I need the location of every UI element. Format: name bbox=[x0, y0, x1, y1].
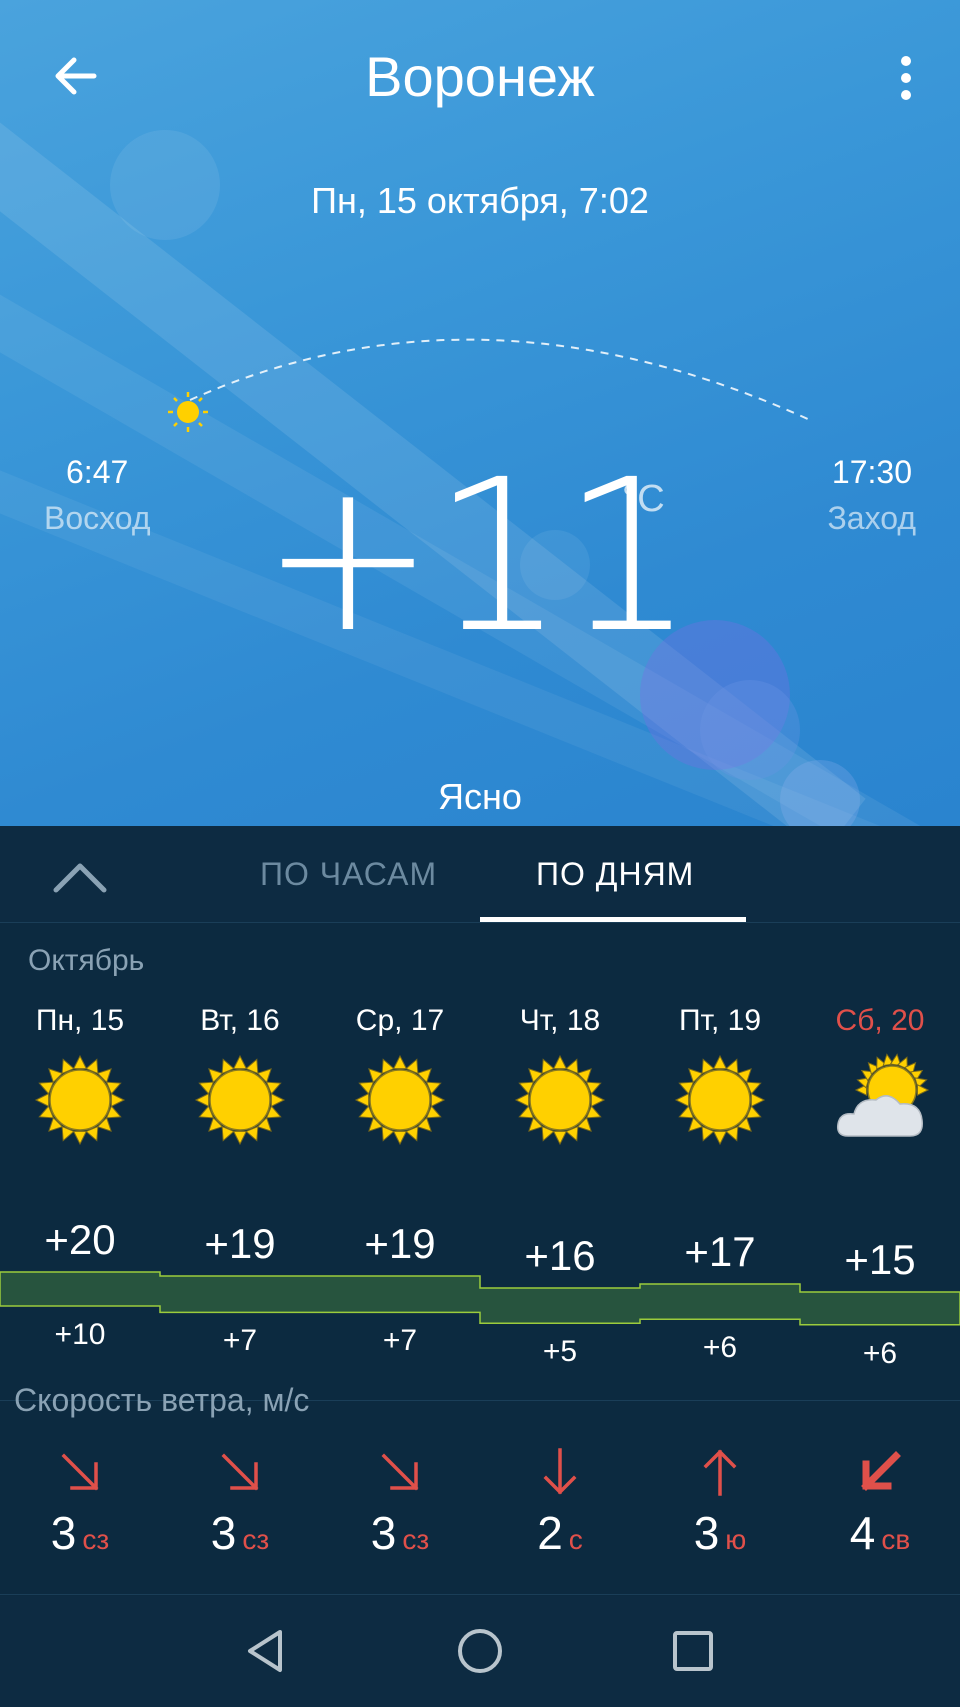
wind-speed-value: 3 bbox=[693, 1507, 720, 1559]
wind-speed-title: Скорость ветра, м/с bbox=[14, 1382, 310, 1418]
wind-speed-value: 3 bbox=[370, 1507, 397, 1559]
nav-recents-icon[interactable] bbox=[668, 1626, 718, 1676]
nav-home-icon[interactable] bbox=[455, 1626, 505, 1676]
wind-speed: 3 сз bbox=[320, 1506, 480, 1560]
low-temperature: +7 bbox=[382, 1324, 418, 1358]
wind-direction: с bbox=[568, 1524, 583, 1555]
wind-direction: сз bbox=[82, 1524, 110, 1555]
arrow-up-icon bbox=[694, 1446, 854, 1506]
active-tab-indicator bbox=[480, 917, 746, 922]
wind-speed-value: 4 bbox=[849, 1507, 876, 1559]
sun-icon bbox=[670, 1050, 830, 1150]
tab-hourly[interactable]: ПО ЧАСАМ bbox=[260, 856, 437, 893]
wind-speed-value: 3 bbox=[210, 1507, 237, 1559]
city-title[interactable]: Воронеж bbox=[0, 44, 960, 109]
low-temperature: +7 bbox=[222, 1324, 258, 1358]
sunrise-label: Восход bbox=[44, 500, 151, 536]
wind-speed-value: 2 bbox=[537, 1507, 563, 1559]
chevron-up-icon[interactable] bbox=[52, 856, 108, 896]
low-temperature: +10 bbox=[54, 1318, 106, 1351]
low-temperature: +6 bbox=[702, 1331, 738, 1365]
divider bbox=[0, 1594, 960, 1595]
wind-direction: сз bbox=[402, 1524, 430, 1555]
wind-direction: св bbox=[881, 1524, 911, 1555]
lens-flare bbox=[700, 680, 800, 780]
sunset-label: Заход bbox=[827, 500, 916, 536]
wind-speed: 3ю bbox=[640, 1506, 800, 1560]
current-datetime: Пн, 15 октября, 7:02 bbox=[311, 180, 649, 221]
low-temperature: +5 bbox=[542, 1335, 578, 1369]
wind-direction: ю bbox=[725, 1524, 747, 1555]
sunset-time: 17:30 bbox=[831, 454, 912, 490]
high-temperature: +19 bbox=[204, 1220, 276, 1267]
high-temperature: +16 bbox=[524, 1232, 596, 1279]
temperature-unit: °C bbox=[622, 478, 665, 520]
sun-position-icon bbox=[168, 392, 208, 432]
more-vert-icon[interactable] bbox=[894, 50, 918, 106]
forecast-day-label[interactable]: Пн, 15 bbox=[0, 1004, 160, 1038]
arrow-down-right-icon bbox=[54, 1446, 214, 1506]
forecast-day-label[interactable]: Пт, 19 bbox=[640, 1004, 800, 1038]
arrow-down-left-icon bbox=[854, 1446, 960, 1506]
nav-back-icon[interactable] bbox=[240, 1626, 290, 1676]
sun-icon bbox=[30, 1050, 190, 1150]
month-label: Октябрь bbox=[28, 944, 145, 977]
forecast-day-label[interactable]: Чт, 18 bbox=[480, 1004, 640, 1038]
arrow-down-right-icon bbox=[374, 1446, 534, 1506]
forecast-day-label[interactable]: Сб, 20 bbox=[800, 1004, 960, 1038]
high-temperature: +15 bbox=[844, 1236, 916, 1283]
sunrise-time: 6:47 bbox=[66, 454, 129, 490]
forecast-day-label[interactable]: Вт, 16 bbox=[160, 1004, 320, 1038]
sun-icon bbox=[190, 1050, 350, 1150]
wind-speed: 4 св bbox=[800, 1506, 960, 1560]
forecast-day-label[interactable]: Ср, 17 bbox=[320, 1004, 480, 1038]
low-temperature: +6 bbox=[862, 1336, 898, 1370]
arrow-down-icon bbox=[534, 1446, 694, 1506]
wind-direction: сз bbox=[242, 1524, 270, 1555]
forecast-tabs: ПО ЧАСАМ ПО ДНЯМ bbox=[0, 826, 960, 923]
sun-path-arc bbox=[168, 338, 811, 432]
wind-speed: 3 сз bbox=[0, 1506, 160, 1560]
wind-speed: 3 сз bbox=[160, 1506, 320, 1560]
top-app-bar: Воронеж bbox=[0, 0, 960, 150]
high-temperature: +20 bbox=[44, 1216, 116, 1263]
wind-speed-value: 3 bbox=[50, 1507, 77, 1559]
weather-condition: Ясно bbox=[438, 776, 522, 817]
arrow-down-right-icon bbox=[214, 1446, 374, 1506]
tab-daily[interactable]: ПО ДНЯМ bbox=[536, 856, 694, 893]
partly-cloudy-icon bbox=[830, 1050, 960, 1150]
sun-icon bbox=[510, 1050, 670, 1150]
wind-speed: 2с bbox=[480, 1506, 640, 1560]
high-temperature: +19 bbox=[364, 1220, 436, 1267]
high-temperature: +17 bbox=[684, 1228, 756, 1275]
system-nav-bar bbox=[0, 1596, 960, 1707]
sun-icon bbox=[350, 1050, 510, 1150]
